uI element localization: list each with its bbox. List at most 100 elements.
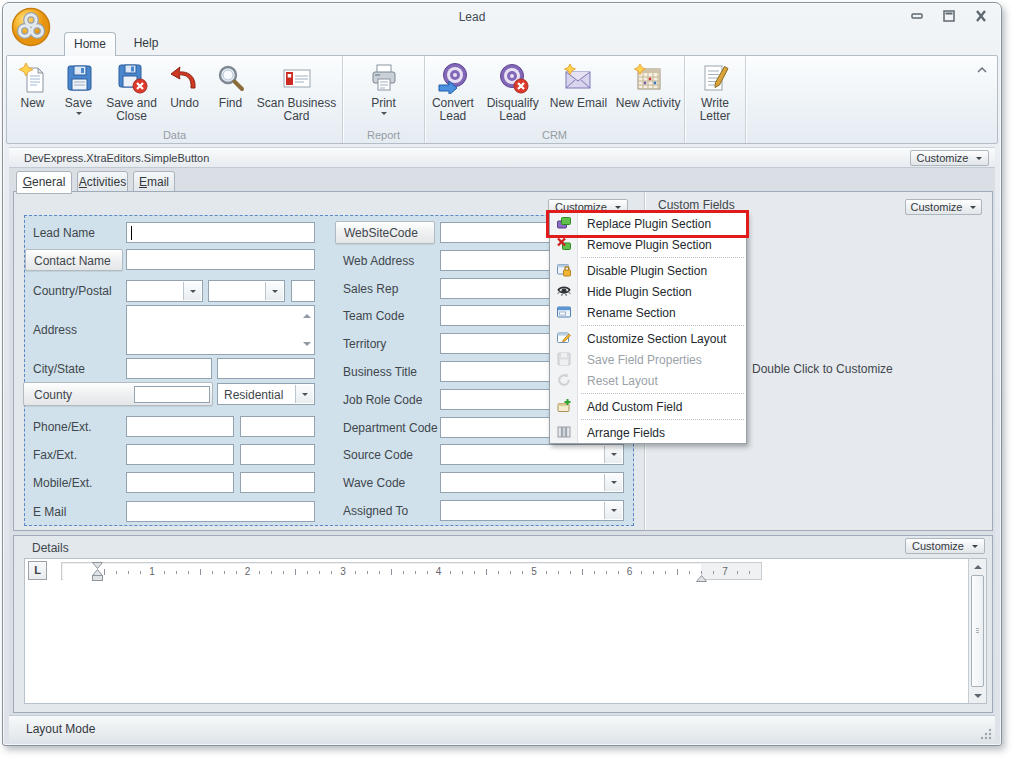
resize-grip[interactable] <box>980 726 992 738</box>
status-bar: Layout Mode <box>9 715 995 741</box>
vertical-scrollbar[interactable] <box>968 559 986 703</box>
postal-input[interactable] <box>291 280 315 302</box>
rename-section-icon <box>556 304 572 320</box>
infobar-customize-button[interactable]: Customize <box>910 150 989 166</box>
custom-fields-customize-button[interactable]: Customize <box>905 199 982 215</box>
title-bar[interactable]: Lead <box>3 3 1001 29</box>
menu-item-reset-layout[interactable]: Reset Layout <box>550 370 746 391</box>
dropdown-arrow-icon[interactable] <box>604 446 622 463</box>
menu-item-disable-plugin-section[interactable]: Disable Plugin Section <box>550 260 746 281</box>
lead-name-input[interactable] <box>126 222 315 243</box>
find-icon <box>215 62 247 94</box>
details-editor[interactable]: L 1234567 <box>24 558 987 704</box>
ribbon-group-label: Data <box>7 129 342 141</box>
field-label-assigned-to: Assigned To <box>343 504 408 518</box>
scan-business-card-button[interactable]: Scan Business Card <box>255 60 339 123</box>
minimize-button[interactable] <box>909 9 925 23</box>
menu-item-hide-plugin-section[interactable]: Hide Plugin Section <box>550 281 746 302</box>
info-bar-text: DevExpress.XtraEditors.SimpleButton <box>24 152 209 164</box>
ribbon-group-write-letter: Write Letter <box>685 56 746 143</box>
general-form-panel: Double Click to Customize Customize Cust… <box>13 191 993 531</box>
maximize-button[interactable] <box>941 9 957 23</box>
tab-general[interactable]: General <box>16 171 72 194</box>
menu-item-customize-section-layout[interactable]: Customize Section Layout <box>550 328 746 349</box>
mobile-ext--input-1[interactable] <box>126 472 234 493</box>
details-customize-button[interactable]: Customize <box>905 538 985 554</box>
city-state-input-1[interactable] <box>126 358 212 379</box>
save-button[interactable]: Save <box>57 60 101 118</box>
add-custom-field-icon <box>556 398 572 414</box>
scrollbar-thumb[interactable] <box>971 575 984 687</box>
write-letter-button[interactable]: Write Letter <box>687 60 743 123</box>
ribbon-group-label: Report <box>343 129 424 141</box>
country-combo[interactable] <box>126 280 203 302</box>
field-label-department-code: Department Code <box>343 421 438 435</box>
field-label-fax-ext-: Fax/Ext. <box>33 448 77 462</box>
fax-ext--input-2[interactable] <box>240 444 315 465</box>
fax-ext--input-1[interactable] <box>126 444 234 465</box>
menu-item-save-field-properties[interactable]: Save Field Properties <box>550 349 746 370</box>
scan-card-icon <box>281 62 313 94</box>
dropdown-arrow-icon[interactable] <box>265 282 283 300</box>
menu-item-arrange-fields[interactable]: Arrange Fields <box>550 422 746 443</box>
arrange-fields-icon <box>556 424 572 440</box>
scroll-down-arrow[interactable] <box>969 688 986 703</box>
mobile-ext--input-2[interactable] <box>240 472 315 493</box>
tabstop-indicator[interactable]: L <box>28 561 47 580</box>
field-label-mobile-ext-: Mobile/Ext. <box>33 476 92 490</box>
save-and-close-button[interactable]: Save and Close <box>103 60 161 123</box>
e-mail-input[interactable] <box>126 501 315 522</box>
scroll-up-arrow[interactable] <box>969 559 986 574</box>
field-label-phone-ext-: Phone/Ext. <box>33 420 92 434</box>
ribbon-tab-home[interactable]: Home <box>64 32 116 56</box>
close-button[interactable] <box>973 9 989 23</box>
tab-email[interactable]: Email <box>133 171 175 192</box>
source-code-input[interactable] <box>440 444 624 465</box>
app-logo-icon[interactable] <box>11 7 51 47</box>
find-button[interactable]: Find <box>209 60 253 110</box>
county-input[interactable] <box>134 386 210 403</box>
save-disabled-icon <box>556 351 572 367</box>
assigned-to-input[interactable] <box>440 500 624 521</box>
dropdown-arrow-icon[interactable] <box>604 502 622 519</box>
collapse-ribbon-icon[interactable] <box>975 60 989 70</box>
field-label-county[interactable]: County <box>23 382 213 406</box>
print-button[interactable]: Print <box>354 60 414 118</box>
ribbon-tab-help[interactable]: Help <box>121 32 171 56</box>
wave-code-input[interactable] <box>440 472 624 493</box>
disqualify-lead-button[interactable]: Disqualify Lead <box>482 60 544 123</box>
new-email-button[interactable]: New Email <box>546 60 612 110</box>
convert-lead-button[interactable]: Convert Lead <box>426 60 480 123</box>
field-label-contact-name[interactable]: Contact Name <box>25 249 123 271</box>
new-button[interactable]: New <box>11 60 55 110</box>
city-state-input-2[interactable] <box>217 358 315 379</box>
address-textarea[interactable] <box>126 305 315 355</box>
lead-section-panel[interactable]: Lead NameContact NameCountry/PostalAddre… <box>24 215 634 526</box>
new-activity-button[interactable]: New Activity <box>613 60 683 110</box>
contact-name-input[interactable] <box>126 249 315 270</box>
field-label-source-code: Source Code <box>343 448 413 462</box>
remove-plugin-icon <box>556 236 572 252</box>
undo-button[interactable]: Undo <box>163 60 207 110</box>
phone-ext--input-2[interactable] <box>240 416 315 437</box>
field-label-web-address: Web Address <box>343 254 414 268</box>
dropdown-arrow-icon[interactable] <box>604 474 622 491</box>
client-area: GeneralActivitiesEmail Double Click to C… <box>9 168 995 741</box>
field-label-job-role-code: Job Role Code <box>343 393 422 407</box>
menu-item-add-custom-field[interactable]: Add Custom Field <box>550 396 746 417</box>
menu-item-rename-section[interactable]: Rename Section <box>550 302 746 323</box>
dropdown-arrow-icon <box>976 157 982 163</box>
field-label-address: Address <box>33 323 77 337</box>
phone-ext--input-1[interactable] <box>126 416 234 437</box>
new-activity-icon <box>632 62 664 94</box>
field-label-websitecode[interactable]: WebSiteCode <box>335 221 435 244</box>
county-type-combo[interactable]: Residential <box>217 383 315 405</box>
field-label-text: Contact Name <box>34 254 111 268</box>
ruler[interactable]: 1234567 <box>61 562 762 580</box>
field-label-text: County <box>34 388 72 402</box>
field-label-e-mail: E Mail <box>33 505 66 519</box>
state-combo[interactable] <box>208 280 285 302</box>
dropdown-arrow-icon[interactable] <box>295 385 313 403</box>
dropdown-arrow-icon[interactable] <box>183 282 201 300</box>
tab-activities[interactable]: Activities <box>77 171 128 192</box>
